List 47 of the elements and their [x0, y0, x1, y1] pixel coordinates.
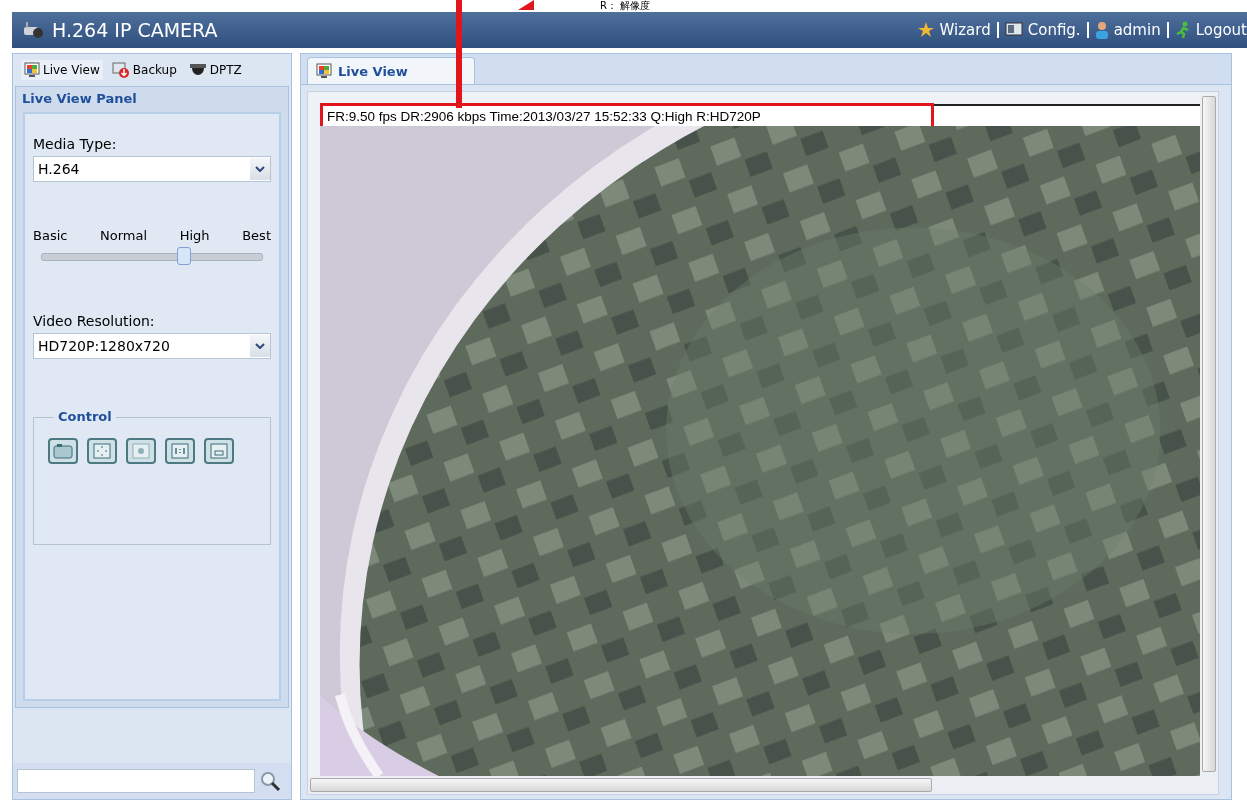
sidebar-tab[interactable]: DPTZ: [185, 61, 245, 79]
sidebar-tab[interactable]: Live View: [21, 60, 103, 80]
live-view-tab[interactable]: Live View: [307, 57, 475, 84]
caret-icon: [255, 166, 265, 172]
window-icon: [210, 443, 228, 459]
horizontal-scrollbar[interactable]: [308, 776, 1218, 794]
one-to-one-icon: [171, 443, 189, 459]
expand-icon: [93, 443, 111, 459]
vertical-scrollbar[interactable]: [1200, 92, 1218, 776]
header-link[interactable]: Config.: [1004, 21, 1081, 39]
monitor-icon: [1004, 21, 1023, 39]
backup-icon: [111, 62, 130, 78]
header-link[interactable]: Logout: [1174, 21, 1247, 39]
slider-thumb[interactable]: [177, 247, 191, 265]
monitor-icon: [316, 63, 332, 79]
control-button[interactable]: [126, 438, 156, 464]
slider-stop-label: Best: [242, 228, 271, 243]
control-button[interactable]: [87, 438, 117, 464]
search-icon[interactable]: [259, 770, 281, 792]
annotation-text: R： 解像度: [600, 0, 651, 12]
arrowhead-icon: [518, 0, 534, 10]
fit-icon: [132, 443, 150, 459]
camera-icon: [22, 21, 44, 39]
monitor-icon: [24, 62, 40, 78]
caret-icon: [255, 343, 265, 349]
control-button[interactable]: [48, 438, 78, 464]
resolution-dropdown[interactable]: HD720P:1280x720: [33, 333, 271, 359]
control-button[interactable]: [204, 438, 234, 464]
field-label: Media Type:: [33, 136, 118, 152]
app-title: H.264 IP CAMERA: [52, 19, 218, 41]
field-label: Video Resolution:: [33, 313, 156, 329]
camera-icon: [53, 443, 73, 459]
media-type-dropdown[interactable]: H.264: [33, 156, 271, 182]
slider-stop-label: High: [179, 228, 210, 243]
control-button[interactable]: [165, 438, 195, 464]
panel-title: Live View Panel: [21, 90, 138, 108]
star-wand-icon: [916, 21, 935, 39]
user-icon: [1094, 21, 1109, 39]
sidebar-tab[interactable]: Backup: [108, 60, 180, 80]
running-man-icon: [1174, 21, 1191, 39]
slider-stop-label: Normal: [100, 228, 148, 243]
header-link[interactable]: admin: [1094, 21, 1161, 39]
header-link[interactable]: Wizard: [916, 21, 991, 39]
search-field[interactable]: [17, 769, 255, 793]
slider-stop-label: Basic: [33, 228, 68, 243]
group-title: Control: [54, 409, 116, 424]
dome-camera-icon: [188, 63, 207, 77]
